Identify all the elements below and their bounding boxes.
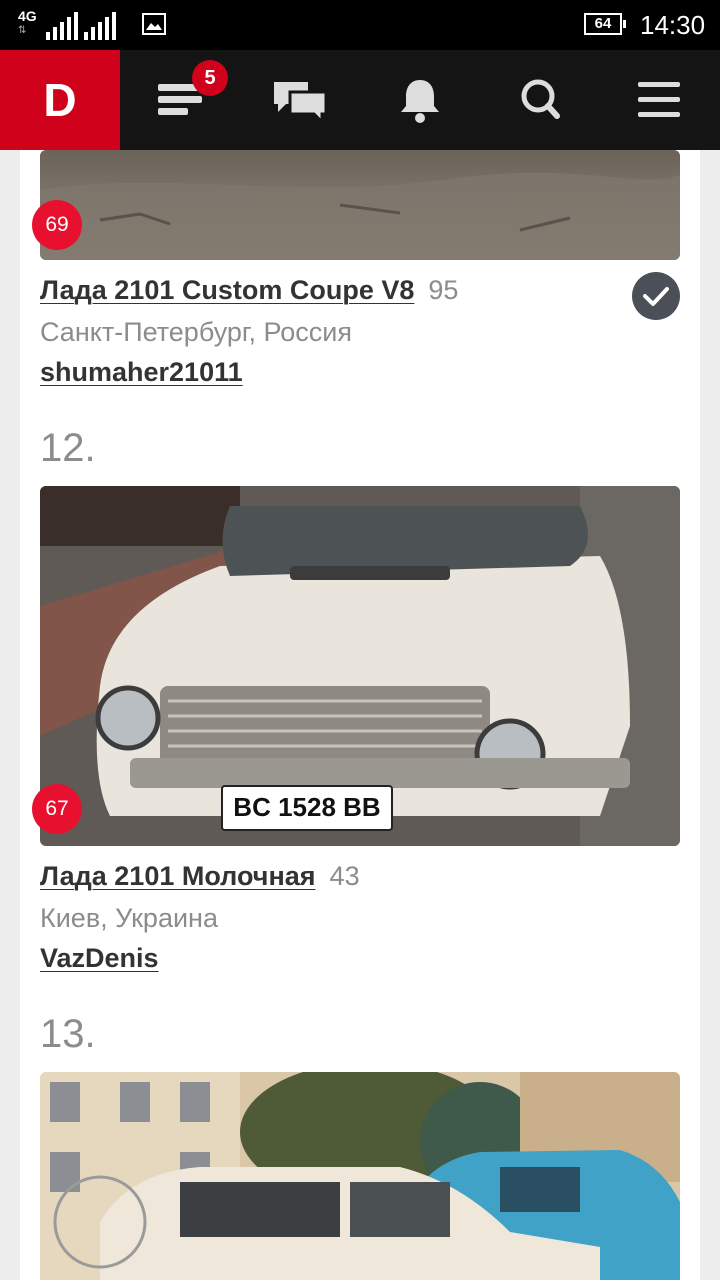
network-type: 4G: [18, 8, 37, 24]
top-navigation-bar: D 5: [0, 50, 720, 150]
menu-icon[interactable]: [630, 72, 690, 128]
messages-icon[interactable]: [270, 72, 330, 128]
image-notification-icon: [142, 13, 166, 35]
verified-check-icon: [632, 272, 680, 320]
license-plate: BC 1528 BB: [233, 792, 380, 822]
clock: 14:30: [640, 10, 706, 40]
author-link[interactable]: shumaher21011: [40, 356, 243, 388]
car-photo[interactable]: BC 1528 BB: [40, 486, 680, 846]
author-link[interactable]: VazDenis: [40, 942, 159, 974]
notifications-bell-icon[interactable]: [390, 72, 450, 128]
car-title-row: Лада 2101 Custom Coupe V8 95: [40, 274, 458, 306]
car-location: Санкт-Петербург, Россия: [40, 317, 353, 347]
rating-position: 12.: [40, 426, 96, 470]
rank-badge: 67: [32, 784, 82, 834]
rating-list: 69 Лада 2101 Custom Coupe V8 95 Санкт-Пет…: [20, 150, 700, 1280]
car-score: 43: [329, 861, 360, 891]
rank-badge: 69: [32, 200, 82, 250]
status-bar: 4G ⇅ 64 14:30: [0, 0, 720, 50]
rating-position: 13.: [40, 1012, 96, 1056]
car-title-link[interactable]: Лада 2101 Custom Coupe V8: [40, 275, 414, 305]
drive2-logo[interactable]: D: [0, 50, 120, 150]
search-icon[interactable]: [510, 72, 570, 128]
car-photo[interactable]: [40, 150, 680, 260]
signal-strength-icon: [46, 10, 78, 40]
car-location: Киев, Украина: [40, 903, 218, 933]
car-title-row: Лада 2101 Молочная 43: [40, 860, 360, 892]
signal-strength-2-icon: [84, 10, 116, 40]
car-title-link[interactable]: Лада 2101 Молочная: [40, 861, 316, 891]
car-score: 95: [428, 275, 459, 305]
feed-count-badge: 5: [192, 60, 228, 96]
car-photo[interactable]: [40, 1072, 680, 1280]
data-activity-icon: ⇅: [18, 25, 27, 36]
battery-icon: 64: [584, 13, 626, 35]
